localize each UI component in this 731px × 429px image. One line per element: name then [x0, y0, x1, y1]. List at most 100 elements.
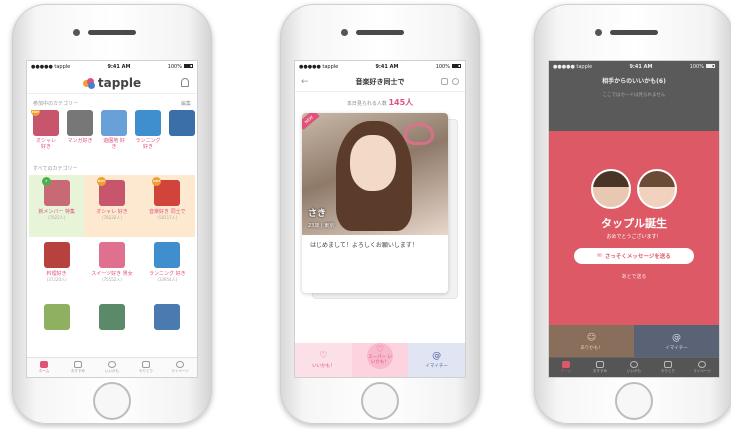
tab-label: マイページ [171, 369, 189, 373]
gift-icon[interactable] [441, 78, 448, 85]
category-cell[interactable]: HOT オシャレ 好き (78232人) [84, 174, 140, 237]
profile-card[interactable]: NEW さき 23歳 | 東京 はじめまして！よろしくお願いします！ [302, 113, 448, 293]
hot-badge-icon: HOT [31, 110, 40, 116]
carrier-label: ●●●●● tapple [31, 63, 71, 70]
category-cell[interactable]: 料理好き (37220人) [29, 236, 85, 299]
category-cell[interactable] [29, 298, 85, 361]
new-ribbon: NEW [302, 113, 320, 130]
category-cell[interactable]: HOT 音楽好き 同士で (58117人) [139, 174, 195, 237]
nope-button[interactable]: @ イマイチー [408, 343, 465, 377]
smile-icon: ☺ [586, 333, 597, 343]
tab-item[interactable]: ホーム [549, 358, 583, 377]
app-showcase: ●●●●● tapple 9:41 AM 100% tapple 参加中のカテゴ… [0, 0, 731, 429]
battery-indicator: 100% [436, 64, 461, 70]
joined-category[interactable]: ランニング 好き [135, 110, 161, 151]
tab-item[interactable]: やりとり [651, 358, 685, 377]
chat-icon: ✉ [597, 253, 602, 259]
category-thumbnail: f [41, 176, 70, 206]
tab-label: いいかも [627, 369, 641, 373]
category-cell[interactable] [139, 298, 195, 361]
category-thumbnail [43, 303, 70, 330]
user-avatar [637, 169, 677, 209]
home-icon [562, 361, 570, 368]
category-cell[interactable]: ランニング 好き (33954人) [139, 236, 195, 299]
category-name: ランニング 好き [135, 138, 161, 151]
category-thumbnail [169, 110, 195, 136]
category-thumbnail: HOT [96, 176, 125, 206]
front-camera [341, 29, 348, 36]
category-member-count: (33954人) [157, 276, 178, 282]
phone-frame-match: ●●●●● tapple 9:41 AM 100% 相手からのいいかも(6) こ… [534, 4, 731, 424]
tab-bar: ホーム おすすめ いいかも やりとり マイページ [549, 357, 719, 377]
heart-icon: ♡ [319, 351, 328, 361]
joined-category[interactable]: 遊園地 好き [101, 110, 127, 151]
likes-note: ここではカードは見られません [602, 93, 666, 98]
category-title: 音楽好き同士で [355, 77, 405, 86]
tab-item[interactable]: いいかも [617, 358, 651, 377]
today-label: 本日見られる人数 [346, 101, 387, 107]
tab-item[interactable]: マイページ [163, 358, 197, 377]
send-message-label: さっそくメッセージを送る [604, 254, 671, 260]
home-button[interactable] [361, 382, 399, 420]
logo-mark-icon [82, 77, 95, 89]
category-member-count: (7622人) [48, 214, 66, 220]
tab-item[interactable]: おすすめ [583, 358, 617, 377]
edit-link[interactable]: 編集 [181, 100, 191, 107]
tab-item[interactable]: ホーム [27, 358, 61, 377]
search-icon[interactable] [452, 78, 459, 85]
profile-message: はじめまして！よろしくお願いします！ [310, 242, 418, 249]
status-bar: ●●●●● tapple 9:41 AM 100% [549, 61, 719, 72]
home-button[interactable] [615, 382, 653, 420]
swipe-action-bar: ♡ いいかも！ ♡ スーパー いいかも！ @ イマイチー [295, 343, 465, 377]
front-camera [595, 29, 602, 36]
joined-category[interactable] [169, 110, 195, 151]
tab-item[interactable]: やりとり [129, 358, 163, 377]
category-badge-icon: HOT [152, 176, 162, 186]
send-later-link[interactable]: あとで送る [549, 273, 719, 280]
tab-item[interactable]: おすすめ [61, 358, 95, 377]
super-like-button[interactable]: ♡ スーパー いいかも！ [351, 343, 409, 377]
send-message-button[interactable]: ✉ さっそくメッセージを送る [574, 248, 694, 264]
earpiece-speaker [88, 30, 136, 35]
photo-face [350, 135, 396, 191]
category-thumbnail [98, 303, 125, 330]
category-cell[interactable]: f 新メンバー 特集 (7622人) [29, 174, 85, 237]
joined-categories-label: 参加中のカテゴリー [33, 101, 79, 107]
phone-frame-home: ●●●●● tapple 9:41 AM 100% tapple 参加中のカテゴ… [12, 4, 212, 424]
front-camera [73, 29, 80, 36]
category-cell[interactable] [84, 298, 140, 361]
tab-label: いいかも [105, 369, 119, 373]
heart-icon [108, 361, 116, 368]
clock: 9:41 AM [107, 63, 131, 70]
bell-icon[interactable] [181, 78, 189, 87]
recommend-icon [596, 361, 604, 368]
tab-label: やりとり [139, 369, 153, 373]
joined-category[interactable]: HOT オシャレ 好き [31, 110, 59, 151]
like-button[interactable]: ♡ いいかも！ [295, 343, 352, 377]
category-thumbnail [43, 241, 70, 268]
match-subtitle: おめでとうございます！ [606, 234, 662, 240]
tab-item[interactable]: いいかも [95, 358, 129, 377]
match-modal: タップル誕生 おめでとうございます！ ✉ さっそくメッセージを送る あとで送る [549, 131, 719, 325]
joined-category[interactable]: マンガ好き [67, 110, 93, 151]
back-arrow-icon[interactable]: ← [301, 77, 309, 87]
match-title: タップル誕生 [601, 217, 667, 230]
dimmed-like-label: ありかも！ [580, 346, 603, 351]
tab-label: やりとり [661, 369, 675, 373]
category-member-count: (37220人) [46, 276, 67, 282]
tab-label: おすすめ [593, 369, 607, 373]
category-cell[interactable]: スイーツ好き 男女 (75552人) [84, 236, 140, 299]
all-section-header: すべてのカテゴリー [27, 159, 197, 175]
home-button[interactable] [93, 382, 131, 420]
category-name: マンガ好き [67, 138, 93, 144]
dimmed-action-bar: ☺ ありかも！ @ イマイチー [549, 325, 719, 359]
card-screen: ●●●●● tapple 9:41 AM 100% ← 音楽好き同士で 本日見ら… [294, 60, 466, 378]
profile-name: さき [308, 209, 327, 219]
category-thumbnail [135, 110, 161, 136]
battery-icon [451, 64, 461, 68]
swirl-icon: @ [432, 351, 442, 361]
category-member-count: (58117人) [157, 214, 178, 220]
app-logo: tapple [82, 76, 141, 90]
dimmed-like-button: ☺ ありかも！ [549, 325, 634, 359]
tab-item[interactable]: マイページ [685, 358, 719, 377]
